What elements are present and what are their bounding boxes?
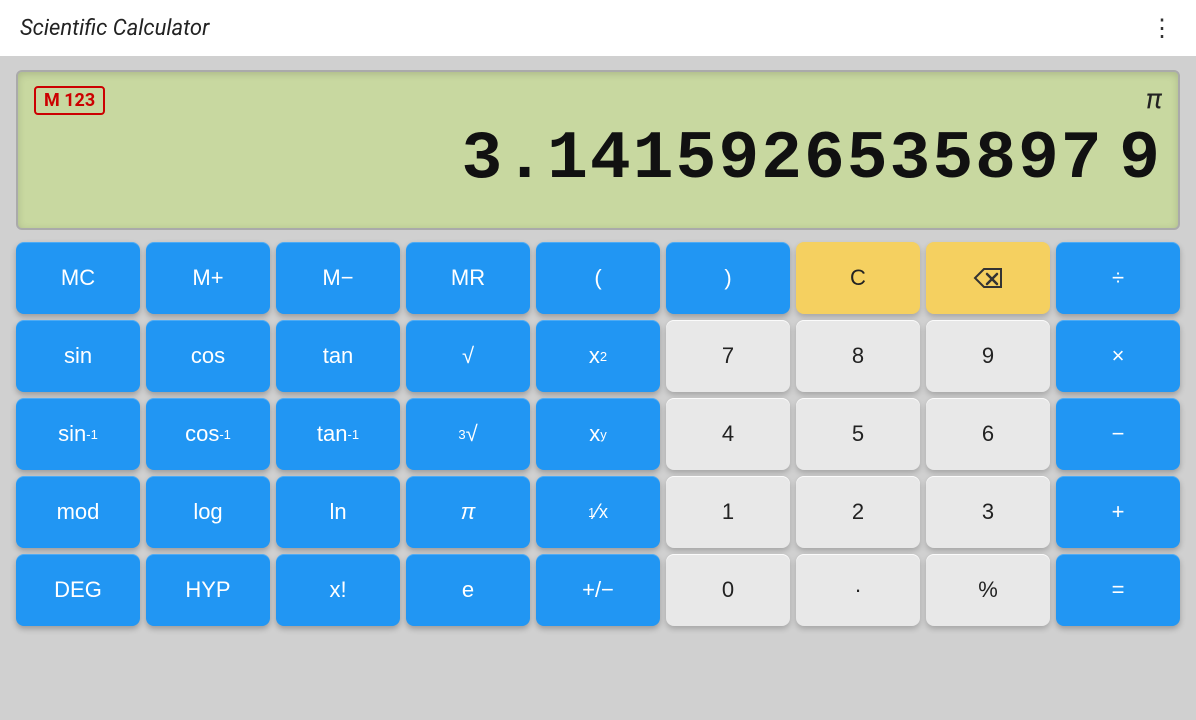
euler-button[interactable]: e	[406, 554, 530, 626]
seven-button[interactable]: 7	[666, 320, 790, 392]
sqrt-button[interactable]: √	[406, 320, 530, 392]
acos-button[interactable]: cos-1	[146, 398, 270, 470]
one-button[interactable]: 1	[666, 476, 790, 548]
five-button[interactable]: 5	[796, 398, 920, 470]
square-button[interactable]: x2	[536, 320, 660, 392]
subtract-button[interactable]: −	[1056, 398, 1180, 470]
display-value: 3.1415926535897 9	[34, 123, 1162, 198]
more-icon[interactable]: ⋮	[1150, 14, 1176, 42]
memory-badge: M 123	[34, 86, 105, 115]
mr-button[interactable]: MR	[406, 242, 530, 314]
multiply-button[interactable]: ×	[1056, 320, 1180, 392]
pi-button[interactable]: π	[406, 476, 530, 548]
cos-button[interactable]: cos	[146, 320, 270, 392]
calculator-body: π M 123 3.1415926535897 9 MC M+ M− MR ( …	[0, 56, 1196, 720]
display: π M 123 3.1415926535897 9	[16, 70, 1180, 230]
four-button[interactable]: 4	[666, 398, 790, 470]
percent-button[interactable]: %	[926, 554, 1050, 626]
decimal-button[interactable]: ·	[796, 554, 920, 626]
deg-button[interactable]: DEG	[16, 554, 140, 626]
six-button[interactable]: 6	[926, 398, 1050, 470]
button-row-3: sin-1 cos-1 tan-1 3√ xy 4 5 6 −	[16, 398, 1180, 470]
divide-button[interactable]: ÷	[1056, 242, 1180, 314]
nine-button[interactable]: 9	[926, 320, 1050, 392]
atan-button[interactable]: tan-1	[276, 398, 400, 470]
tan-button[interactable]: tan	[276, 320, 400, 392]
asin-button[interactable]: sin-1	[16, 398, 140, 470]
app-title: Scientific Calculator	[20, 16, 209, 41]
two-button[interactable]: 2	[796, 476, 920, 548]
sin-button[interactable]: sin	[16, 320, 140, 392]
mod-button[interactable]: mod	[16, 476, 140, 548]
negate-button[interactable]: +/−	[536, 554, 660, 626]
clear-button[interactable]: C	[796, 242, 920, 314]
add-button[interactable]: +	[1056, 476, 1180, 548]
backspace-icon	[973, 267, 1003, 289]
hyp-button[interactable]: HYP	[146, 554, 270, 626]
factorial-button[interactable]: x!	[276, 554, 400, 626]
title-bar: Scientific Calculator ⋮	[0, 0, 1196, 56]
m-plus-button[interactable]: M+	[146, 242, 270, 314]
reciprocal-button[interactable]: 1⁄x	[536, 476, 660, 548]
zero-button[interactable]: 0	[666, 554, 790, 626]
ln-button[interactable]: ln	[276, 476, 400, 548]
pi-label: π	[1146, 82, 1162, 115]
button-row-1: MC M+ M− MR ( ) C ÷	[16, 242, 1180, 314]
log-button[interactable]: log	[146, 476, 270, 548]
open-paren-button[interactable]: (	[536, 242, 660, 314]
power-button[interactable]: xy	[536, 398, 660, 470]
backspace-button[interactable]	[926, 242, 1050, 314]
button-row-4: mod log ln π 1⁄x 1 2 3 +	[16, 476, 1180, 548]
button-row-2: sin cos tan √ x2 7 8 9 ×	[16, 320, 1180, 392]
close-paren-button[interactable]: )	[666, 242, 790, 314]
three-button[interactable]: 3	[926, 476, 1050, 548]
eight-button[interactable]: 8	[796, 320, 920, 392]
button-grid: MC M+ M− MR ( ) C ÷ sin cos tan √ x2 7	[16, 242, 1180, 626]
equals-button[interactable]: =	[1056, 554, 1180, 626]
cbrt-button[interactable]: 3√	[406, 398, 530, 470]
button-row-5: DEG HYP x! e +/− 0 · % =	[16, 554, 1180, 626]
m-minus-button[interactable]: M−	[276, 242, 400, 314]
mc-button[interactable]: MC	[16, 242, 140, 314]
